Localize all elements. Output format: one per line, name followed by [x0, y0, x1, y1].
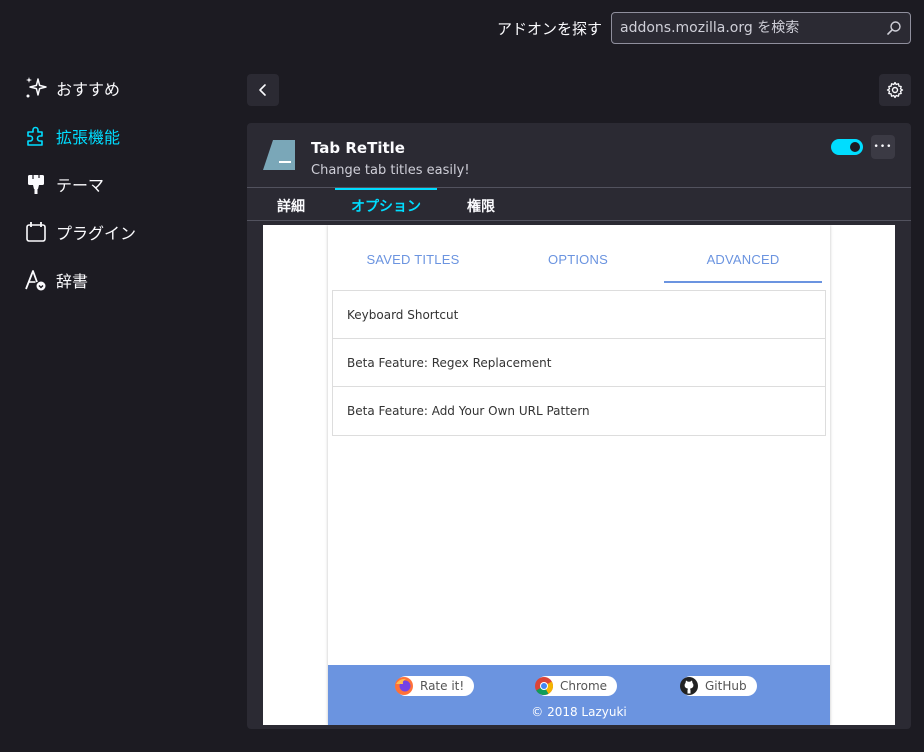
options-footer: Rate it! Chrome GitHub © 2018 Lazyuki [328, 665, 830, 725]
github-label: GitHub [705, 679, 747, 693]
firefox-icon [395, 677, 413, 695]
search-input[interactable] [620, 13, 880, 43]
sidebar-item-label: 拡張機能 [56, 128, 121, 147]
github-link[interactable]: GitHub [680, 676, 757, 696]
addon-enable-toggle[interactable] [831, 139, 863, 155]
plugin-icon [24, 220, 48, 244]
copyright-text: © 2018 Lazyuki [531, 705, 627, 719]
options-frame: SAVED TITLES OPTIONS ADVANCED Keyboard S… [263, 225, 895, 725]
tab-options-inner[interactable]: OPTIONS [499, 245, 657, 283]
gear-icon [886, 81, 904, 99]
addon-detail-tabs: 詳細 オプション 権限 [247, 187, 911, 221]
sidebar-item-label: おすすめ [56, 80, 121, 99]
back-button[interactable] [247, 74, 279, 106]
chrome-link[interactable]: Chrome [535, 676, 618, 696]
sidebar-item-label: テーマ [56, 176, 105, 195]
tab-retitle-logo-icon [263, 140, 295, 170]
list-item-url-pattern[interactable]: Beta Feature: Add Your Own URL Pattern [333, 387, 825, 435]
github-icon [680, 677, 698, 695]
dictionary-icon [24, 268, 48, 292]
sidebar-item-label: 辞書 [56, 272, 89, 291]
rate-it-link[interactable]: Rate it! [395, 676, 475, 696]
puzzle-icon [24, 124, 48, 148]
list-item-regex-replacement[interactable]: Beta Feature: Regex Replacement [333, 339, 825, 387]
advanced-settings-list: Keyboard Shortcut Beta Feature: Regex Re… [332, 290, 826, 436]
options-panel: SAVED TITLES OPTIONS ADVANCED Keyboard S… [328, 225, 830, 725]
tools-button[interactable] [879, 74, 911, 106]
tab-details[interactable]: 詳細 [267, 188, 315, 221]
tab-permissions[interactable]: 権限 [457, 188, 505, 221]
sidebar-item-plugins[interactable]: プラグイン [24, 217, 136, 247]
sidebar-item-extensions[interactable]: 拡張機能 [24, 121, 120, 151]
sidebar-item-themes[interactable]: テーマ [24, 169, 104, 199]
more-options-button[interactable]: ••• [871, 135, 895, 159]
tab-options[interactable]: オプション [335, 188, 437, 221]
addon-description: Change tab titles easily! [311, 163, 470, 178]
chevron-left-icon [259, 84, 266, 96]
sidebar-item-label: プラグイン [56, 224, 137, 243]
chrome-icon [535, 677, 554, 696]
list-item-keyboard-shortcut[interactable]: Keyboard Shortcut [333, 291, 825, 339]
tab-advanced[interactable]: ADVANCED [664, 245, 822, 283]
addon-card: Tab ReTitle Change tab titles easily! ••… [247, 123, 911, 729]
sidebar-item-recommendations[interactable]: おすすめ [24, 73, 120, 103]
addon-search-box[interactable] [611, 12, 911, 44]
addon-name: Tab ReTitle [311, 139, 405, 157]
tab-saved-titles[interactable]: SAVED TITLES [334, 245, 492, 283]
search-icon[interactable] [886, 20, 902, 36]
more-icon: ••• [873, 141, 893, 152]
chrome-label: Chrome [560, 679, 608, 693]
sidebar-item-dictionaries[interactable]: 辞書 [24, 265, 88, 295]
brush-icon [24, 172, 48, 196]
sparkle-icon [24, 76, 48, 100]
rate-it-label: Rate it! [420, 679, 465, 693]
toggle-knob [850, 142, 860, 152]
find-addons-label: アドオンを探す [497, 20, 603, 38]
